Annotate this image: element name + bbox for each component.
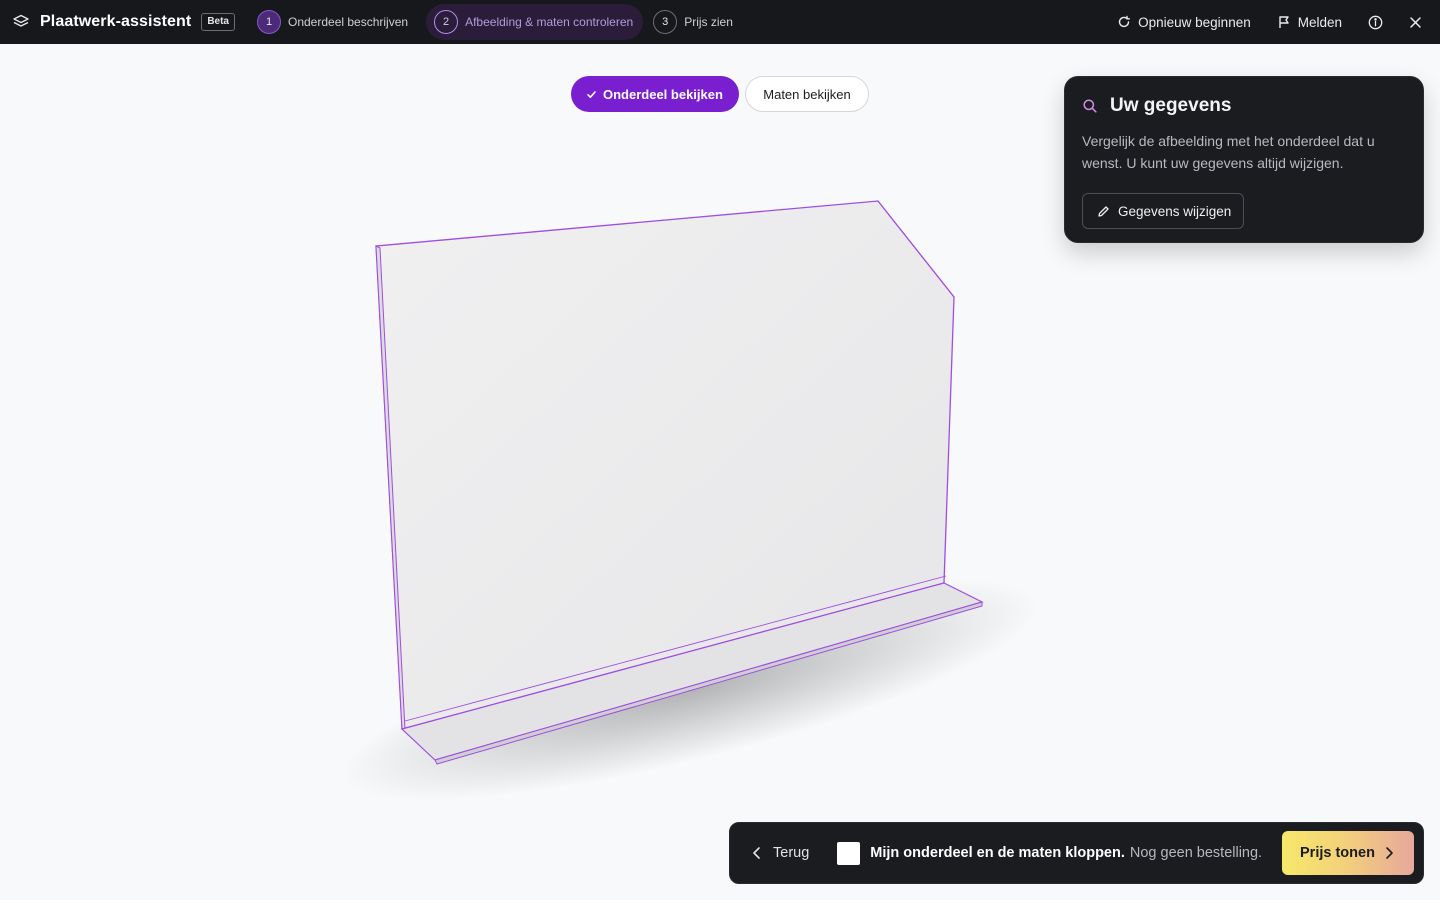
edit-details-label: Gegevens wijzigen: [1118, 203, 1232, 219]
restart-label: Opnieuw beginnen: [1138, 14, 1251, 30]
beta-badge: Beta: [201, 13, 235, 31]
step-navigation: 1 Onderdeel beschrijven 2 Afbeelding & m…: [255, 4, 751, 40]
step-label: Prijs zien: [684, 15, 733, 29]
search-icon: [1083, 99, 1097, 113]
panel-description: Vergelijk de afbeelding met het onderdee…: [1082, 133, 1375, 171]
bottom-action-bar: Terug Mijn onderdeel en de maten kloppen…: [729, 822, 1424, 884]
confirm-strong-text: Mijn onderdeel en de maten kloppen.: [870, 845, 1125, 861]
part-main-face: [375, 200, 955, 730]
report-label: Melden: [1297, 14, 1342, 30]
view-dimensions-label: Maten bekijken: [763, 86, 851, 102]
chevron-right-icon: [1386, 847, 1393, 859]
app-title: Plaatwerk-assistent: [40, 13, 192, 30]
step-2[interactable]: 2 Afbeelding & maten controleren: [426, 4, 644, 40]
your-details-panel: Uw gegevens Vergelijk de afbeelding met …: [1064, 76, 1424, 243]
flag-icon: [1279, 16, 1289, 28]
part-chamfer-edge: [877, 200, 955, 298]
pencil-icon: [1098, 205, 1109, 217]
step-number: 2: [434, 10, 459, 34]
step-label: Onderdeel beschrijven: [288, 15, 409, 29]
panel-title: Uw gegevens: [1110, 95, 1232, 116]
step-number: 3: [653, 10, 678, 34]
view-part-button[interactable]: Onderdeel bekijken: [571, 76, 739, 112]
top-actions: Opnieuw beginnen Melden: [1091, 15, 1422, 30]
back-label: Terug: [773, 845, 810, 861]
info-icon: [1368, 15, 1383, 29]
report-button[interactable]: Melden: [1277, 15, 1342, 30]
top-bar: Plaatwerk-assistent Beta 1 Onderdeel bes…: [0, 0, 1440, 44]
edit-details-button[interactable]: Gegevens wijzigen: [1082, 193, 1245, 229]
step-number: 1: [257, 10, 281, 34]
part-bend-line: [404, 575, 947, 722]
panel-header: Uw gegevens: [1082, 95, 1406, 117]
chevron-left-icon: [753, 847, 760, 859]
refresh-icon: [1118, 15, 1131, 28]
close-icon: [1410, 16, 1421, 28]
check-icon: [587, 90, 596, 98]
part-flange-edge: [434, 601, 983, 765]
step-1[interactable]: 1 Onderdeel beschrijven: [255, 4, 418, 40]
layers-icon: [12, 13, 30, 31]
restart-button[interactable]: Opnieuw beginnen: [1117, 15, 1251, 30]
part-flange: [400, 582, 984, 761]
close-button[interactable]: [1409, 16, 1422, 29]
view-dimensions-button[interactable]: Maten bekijken: [745, 76, 869, 112]
step-3[interactable]: 3 Prijs zien: [651, 4, 743, 40]
back-button[interactable]: Terug: [752, 845, 809, 861]
view-toggle: Onderdeel bekijken Maten bekijken: [571, 76, 869, 112]
info-button[interactable]: [1368, 15, 1383, 30]
part-left-edge: [375, 245, 406, 731]
brand: Plaatwerk-assistent Beta: [12, 13, 235, 31]
part-shadow: [340, 579, 1040, 801]
view-part-label: Onderdeel bekijken: [603, 86, 723, 102]
show-price-label: Prijs tonen: [1300, 845, 1375, 861]
show-price-button[interactable]: Prijs tonen: [1282, 831, 1414, 875]
confirm-checkbox[interactable]: [837, 841, 861, 865]
confirm-checkbox-row[interactable]: Mijn onderdeel en de maten kloppen. Nog …: [837, 841, 1263, 865]
confirm-muted-text: Nog geen bestelling.: [1129, 845, 1263, 861]
step-label: Afbeelding & maten controleren: [465, 15, 634, 29]
